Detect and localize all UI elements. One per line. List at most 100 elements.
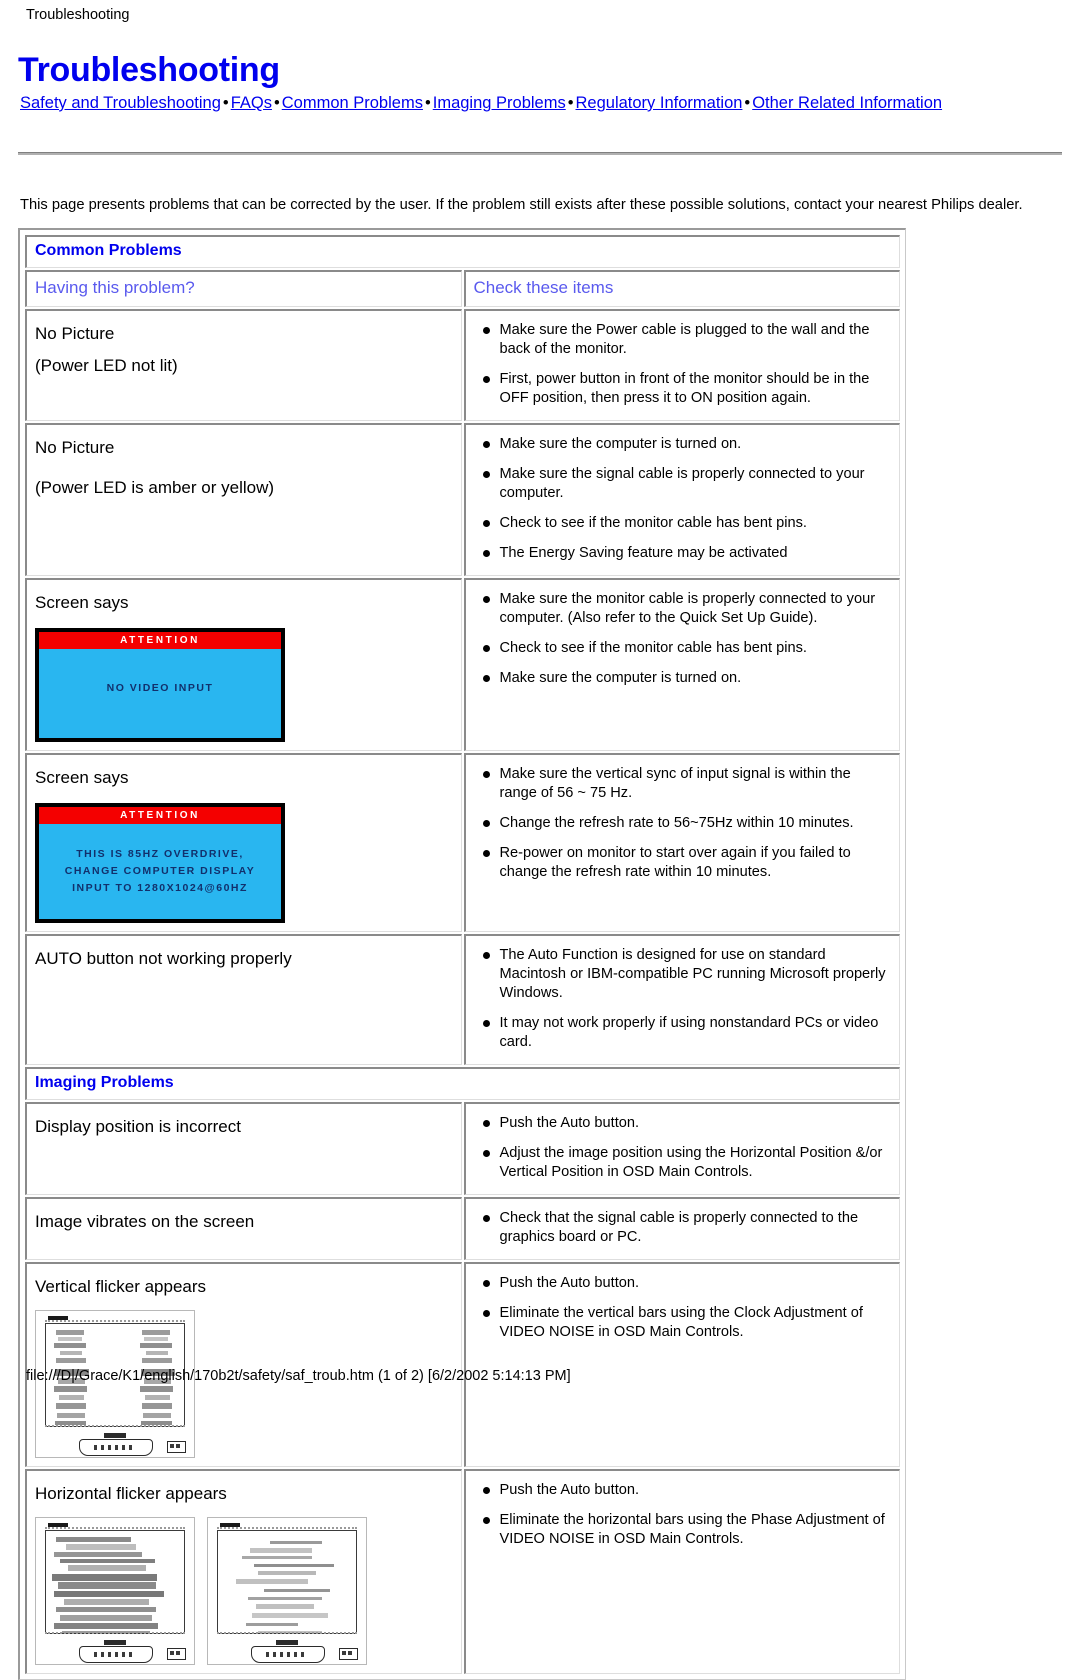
check-item: The Energy Saving feature may be activat…: [482, 544, 892, 563]
nav-separator: •: [744, 94, 751, 112]
osd-message-line: THIS IS 85HZ OVERDRIVE,: [76, 848, 244, 860]
check-item: It may not work properly if using nonsta…: [482, 1014, 892, 1052]
monitor-horizontal-flicker-icon-light: [207, 1517, 367, 1665]
nav-link-safety-and-troubleshooting[interactable]: Safety and Troubleshooting: [20, 94, 221, 112]
page-title: Troubleshooting: [18, 50, 280, 89]
checks-cell: Push the Auto button. Eliminate the vert…: [463, 1262, 900, 1467]
osd-attention-no-video-input: ATTENTION NO VIDEO INPUT: [35, 628, 285, 742]
problem-subtext: (Power LED is amber or yellow): [35, 478, 275, 497]
problem-cell: AUTO button not working properly: [25, 934, 462, 1065]
nav-links: Safety and Troubleshooting • FAQs • Common P…: [20, 92, 985, 116]
problem-text: Horizontal flicker appears: [35, 1484, 227, 1503]
table-row: AUTO button not working properly The Aut…: [25, 934, 900, 1065]
checks-cell: Make sure the computer is turned on. Mak…: [463, 423, 900, 576]
check-item: Push the Auto button.: [482, 1274, 892, 1293]
monitor-bottom-edge: [217, 1632, 357, 1636]
checks-cell: Push the Auto button. Adjust the image p…: [463, 1102, 900, 1195]
problem-text: No Picture: [35, 324, 115, 343]
monitor-control-buttons: [167, 1648, 186, 1660]
nav-link-common-problems[interactable]: Common Problems: [282, 94, 423, 112]
checks-cell: Push the Auto button. Eliminate the hori…: [463, 1469, 900, 1674]
checks-list: Make sure the vertical sync of input sig…: [474, 765, 892, 882]
monitor-vertical-flicker-icon: [35, 1310, 195, 1458]
monitor-illustration-group: [35, 1310, 453, 1458]
table-row-column-headers: Having this problem? Check these items: [25, 270, 900, 307]
osd-message-line: INPUT TO 1280X1024@60HZ: [72, 882, 248, 894]
check-item: Check that the signal cable is properly …: [482, 1209, 892, 1247]
problem-cell: Screen says ATTENTION NO VIDEO INPUT: [25, 578, 462, 751]
checks-cell: Check that the signal cable is properly …: [463, 1197, 900, 1260]
monitor-screen: [217, 1530, 357, 1634]
monitor-horizontal-flicker-icon-dark: [35, 1517, 195, 1665]
nav-separator: •: [273, 94, 280, 112]
table-row-section-common: Common Problems: [25, 235, 900, 268]
nav-separator: •: [567, 94, 574, 112]
osd-attention-overdrive: ATTENTION THIS IS 85HZ OVERDRIVE, CHANGE…: [35, 803, 285, 923]
horizontal-divider: [18, 152, 1062, 155]
check-item: Eliminate the vertical bars using the Cl…: [482, 1304, 892, 1342]
check-item: Make sure the signal cable is properly c…: [482, 465, 892, 503]
check-item: Check to see if the monitor cable has be…: [482, 639, 892, 658]
check-item: The Auto Function is designed for use on…: [482, 946, 892, 1003]
table-row: Image vibrates on the screen Check that …: [25, 1197, 900, 1260]
osd-message: NO VIDEO INPUT: [106, 682, 214, 694]
monitor-brand-logo: [104, 1640, 126, 1645]
table-row: Horizontal flicker appears Push the Auto…: [25, 1469, 900, 1674]
check-item: Make sure the computer is turned on.: [482, 669, 892, 688]
problem-cell: Display position is incorrect: [25, 1102, 462, 1195]
problem-text: Image vibrates on the screen: [35, 1212, 255, 1231]
check-item: Adjust the image position using the Hori…: [482, 1144, 892, 1182]
checks-cell: Make sure the vertical sync of input sig…: [463, 753, 900, 932]
osd-message: THIS IS 85HZ OVERDRIVE, CHANGE COMPUTER …: [39, 824, 281, 919]
check-item: Eliminate the horizontal bars using the …: [482, 1511, 892, 1549]
checks-list: Push the Auto button. Eliminate the hori…: [474, 1481, 892, 1549]
osd-title: ATTENTION: [39, 807, 281, 824]
problem-text: Screen says: [35, 768, 129, 787]
nav-link-regulatory-information[interactable]: Regulatory Information: [576, 94, 743, 112]
monitor-brand-logo: [104, 1433, 126, 1438]
checks-cell: Make sure the monitor cable is properly …: [463, 578, 900, 751]
checks-list: Check that the signal cable is properly …: [474, 1209, 892, 1247]
footer-file-path: file:///D|/Grace/K1/english/170b2t/safet…: [26, 1368, 571, 1384]
monitor-illustration-group: [35, 1517, 453, 1665]
table-row: No Picture (Power LED is amber or yellow…: [25, 423, 900, 576]
section-header-common-problems: Common Problems: [25, 235, 900, 268]
nav-link-imaging-problems[interactable]: Imaging Problems: [433, 94, 566, 112]
problem-text: No Picture: [35, 438, 115, 457]
problem-cell: No Picture (Power LED is amber or yellow…: [25, 423, 462, 576]
check-item: First, power button in front of the moni…: [482, 370, 892, 408]
check-item: Change the refresh rate to 56~75Hz withi…: [482, 814, 892, 833]
monitor-screen: [45, 1530, 185, 1634]
problem-text: Screen says: [35, 593, 129, 612]
troubleshooting-table-wrapper: Common Problems Having this problem? Che…: [18, 228, 906, 1680]
check-item: Make sure the monitor cable is properly …: [482, 590, 892, 628]
monitor-control-buttons: [339, 1648, 358, 1660]
table-row: Vertical flicker appears Push the Auto b…: [25, 1262, 900, 1467]
checks-list: Make sure the monitor cable is properly …: [474, 590, 892, 688]
check-item: Make sure the vertical sync of input sig…: [482, 765, 892, 803]
nav-link-faqs[interactable]: FAQs: [231, 94, 272, 112]
column-header-having-this-problem: Having this problem?: [25, 270, 462, 307]
osd-message-line: CHANGE COMPUTER DISPLAY: [64, 865, 256, 877]
check-item: Re-power on monitor to start over again …: [482, 844, 892, 882]
problem-text: Vertical flicker appears: [35, 1277, 207, 1296]
nav-separator: •: [424, 94, 431, 112]
problem-text: AUTO button not working properly: [35, 949, 292, 968]
monitor-bottom-edge: [45, 1632, 185, 1636]
checks-list: Make sure the Power cable is plugged to …: [474, 321, 892, 408]
problem-subtext: (Power LED not lit): [35, 356, 178, 375]
breadcrumb: Troubleshooting: [26, 7, 130, 23]
monitor-stand: [79, 1646, 153, 1663]
check-item: Check to see if the monitor cable has be…: [482, 514, 892, 533]
check-item: Make sure the computer is turned on.: [482, 435, 892, 454]
checks-cell: Make sure the Power cable is plugged to …: [463, 309, 900, 421]
troubleshooting-table: Common Problems Having this problem? Che…: [23, 233, 902, 1676]
check-item: Push the Auto button.: [482, 1481, 892, 1500]
checks-list: Make sure the computer is turned on. Mak…: [474, 435, 892, 563]
problem-text: Display position is incorrect: [35, 1117, 241, 1136]
table-row: Display position is incorrect Push the A…: [25, 1102, 900, 1195]
problem-cell: Vertical flicker appears: [25, 1262, 462, 1467]
checks-cell: The Auto Function is designed for use on…: [463, 934, 900, 1065]
nav-link-other-related-information[interactable]: Other Related Information: [752, 94, 942, 112]
monitor-bottom-edge: [45, 1425, 185, 1429]
